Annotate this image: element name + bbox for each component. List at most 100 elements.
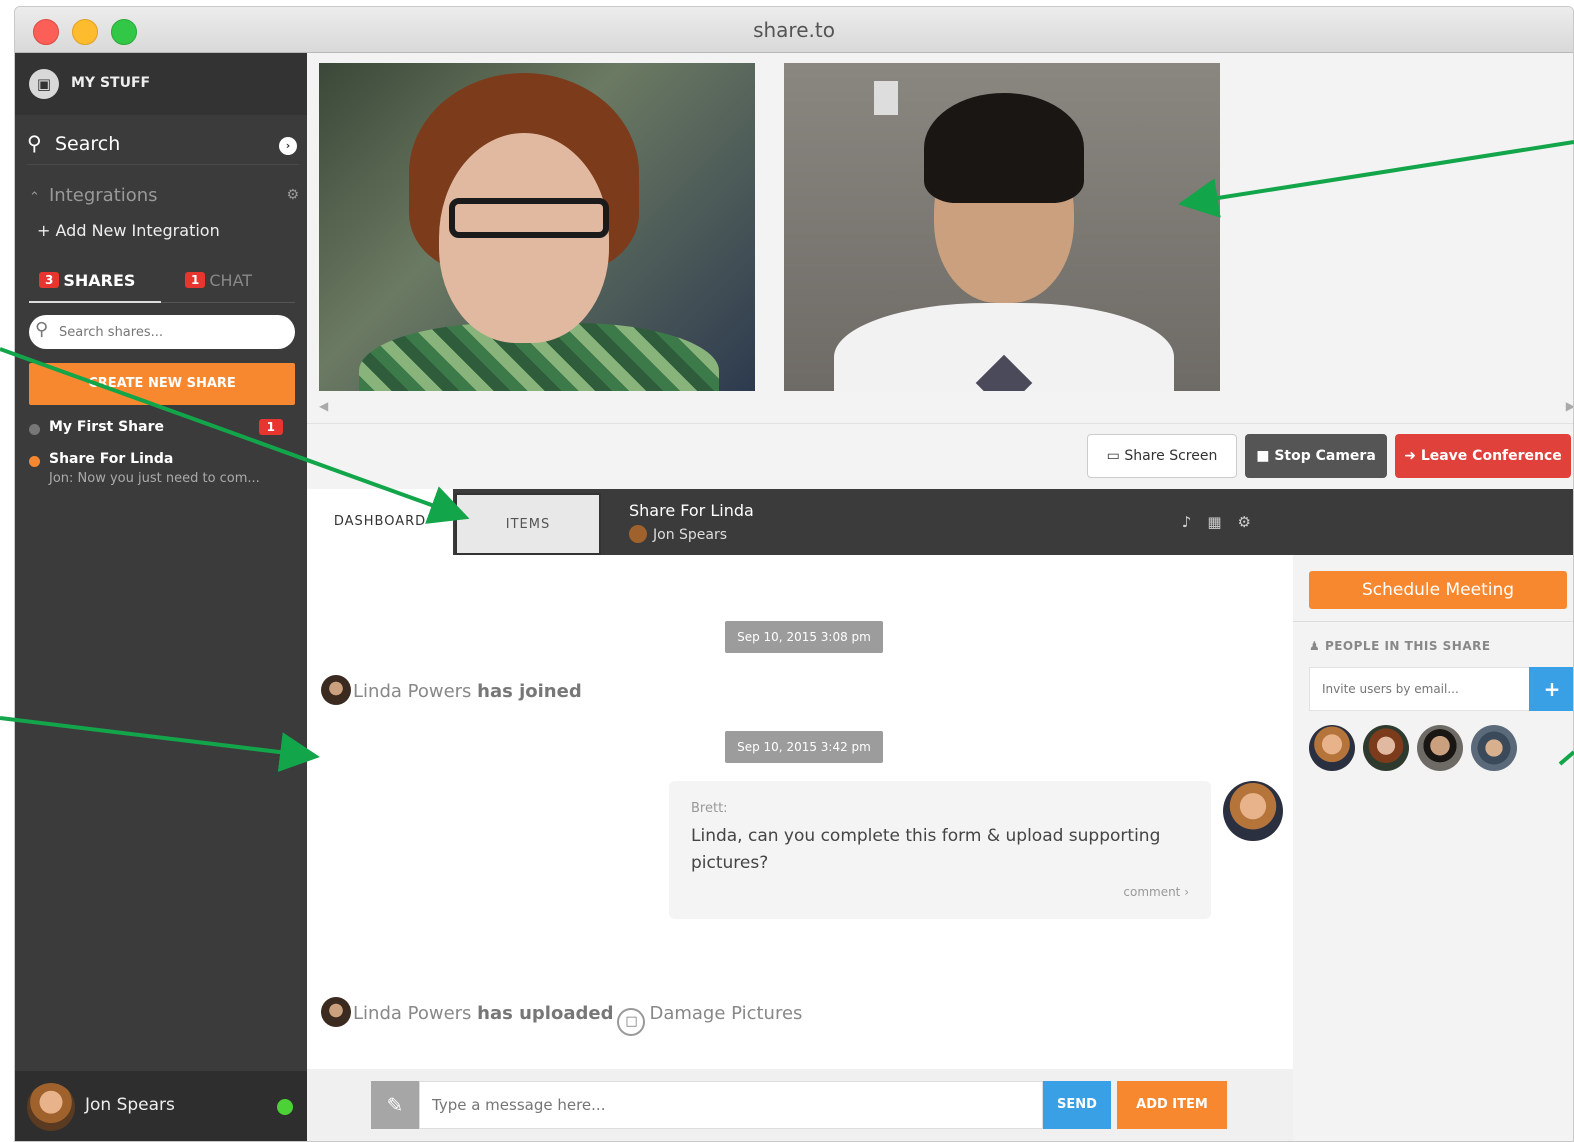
shares-count-badge: 3 (39, 272, 60, 288)
avatar (321, 675, 351, 705)
activity-user[interactable]: Linda Powers (353, 1003, 471, 1024)
activity-uploaded: Linda Powers has uploaded □ Damage Picture… (321, 997, 802, 1036)
people-heading: ♟ PEOPLE IN THIS SHARE (1309, 639, 1491, 653)
stop-camera-label: Stop Camera (1274, 448, 1376, 464)
activity-joined: Linda Powers has joined (321, 675, 582, 705)
share-status-dot (29, 424, 40, 435)
my-stuff-header[interactable]: ▣ MY STUFF (15, 53, 307, 115)
video-feed-linda[interactable] (319, 63, 755, 391)
divider (1293, 621, 1573, 622)
video-strip: ◀ ▶ (307, 53, 1573, 423)
trash-icon[interactable]: ▦ (1207, 513, 1237, 531)
video-scrollbar[interactable]: ◀ ▶ (319, 399, 1573, 413)
folder-icon: □ (617, 1008, 646, 1036)
chat-count-badge: 1 (185, 272, 206, 288)
share-title: Share For Linda (629, 501, 754, 520)
bell-icon[interactable]: ♪ (1182, 513, 1208, 531)
share-unread-badge: 1 (258, 419, 283, 435)
user-icon: ♟ (1309, 639, 1325, 653)
invite-add-button[interactable]: + (1529, 667, 1573, 711)
share-last-message: Jon: Now you just need to com... (49, 471, 260, 486)
integrations-label: Integrations (49, 185, 158, 206)
sidebar-tabs: 3 SHARES 1 CHAT (29, 263, 295, 303)
box-icon: ▣ (29, 69, 59, 99)
schedule-meeting-button[interactable]: Schedule Meeting (1309, 571, 1567, 609)
sidebar-search[interactable]: ⚲ Search › (27, 125, 299, 165)
uploaded-item-link[interactable]: Damage Pictures (649, 1003, 802, 1024)
timestamp: Sep 10, 2015 3:08 pm (725, 621, 883, 653)
activity-action: has joined (477, 681, 582, 702)
paperclip-icon[interactable]: ✎ (371, 1081, 419, 1129)
tab-shares[interactable]: 3 SHARES (29, 263, 161, 303)
message-composer: ✎ SEND ADD ITEM (307, 1069, 1293, 1141)
search-shares-box: ⚲ (29, 315, 295, 349)
exit-icon: ➜ (1404, 448, 1416, 464)
avatar[interactable] (1363, 725, 1409, 771)
my-stuff-label: MY STUFF (71, 75, 151, 91)
send-button[interactable]: SEND (1043, 1081, 1111, 1129)
share-screen-label: Share Screen (1124, 448, 1218, 464)
gear-icon[interactable]: ⚙ (286, 187, 299, 203)
scroll-right-icon[interactable]: ▶ (1566, 399, 1573, 413)
plus-icon: + (37, 221, 56, 240)
add-integration-link[interactable]: + Add New Integration (37, 221, 220, 240)
sidebar: ▣ MY STUFF ⚲ Search › ⌃ Integrations ⚙ +… (15, 53, 307, 1141)
camera-icon: ■ (1256, 448, 1270, 464)
conference-toolbar: ▭ Share Screen ■ Stop Camera ➜ Leave Con… (307, 423, 1573, 489)
add-item-button[interactable]: ADD ITEM (1117, 1081, 1227, 1129)
message-text: Linda, can you complete this form & uplo… (691, 826, 1161, 873)
current-user-name: Jon Spears (85, 1095, 175, 1115)
create-new-share-button[interactable]: CREATE NEW SHARE (29, 363, 295, 405)
share-actions: ♪▦⚙ (1182, 513, 1267, 531)
search-label: Search (55, 133, 121, 155)
activity-feed: Sep 10, 2015 3:08 pm Linda Powers has jo… (307, 555, 1293, 1069)
leave-conference-label: Leave Conference (1420, 448, 1562, 464)
app-window: share.to ▣ MY STUFF ⚲ Search › ⌃ Integra… (14, 6, 1574, 1142)
tab-shares-label: SHARES (63, 271, 136, 290)
activity-action: has uploaded (477, 1003, 614, 1024)
search-icon: ⚲ (35, 319, 49, 340)
tab-items[interactable]: ITEMS (455, 493, 601, 555)
avatar (27, 1083, 75, 1131)
invite-email-input[interactable] (1309, 667, 1531, 711)
share-owner: Jon Spears (629, 525, 727, 543)
share-name: My First Share (49, 419, 164, 435)
share-screen-button[interactable]: ▭ Share Screen (1087, 434, 1237, 478)
gear-icon[interactable]: ⚙ (1238, 513, 1267, 531)
share-item-share-for-linda[interactable]: Share For Linda Jon: Now you just need t… (29, 451, 299, 493)
search-shares-input[interactable] (59, 321, 279, 343)
comment-link[interactable]: comment › (1123, 885, 1189, 899)
avatar (1223, 781, 1283, 841)
title-bar: share.to (15, 7, 1573, 53)
chat-message: Brett: Linda, can you complete this form… (669, 781, 1211, 919)
message-input[interactable] (419, 1081, 1043, 1129)
video-feed-brett[interactable] (784, 63, 1220, 391)
avatar[interactable] (1417, 725, 1463, 771)
chevron-up-icon: ⌃ (29, 190, 40, 205)
share-owner-name: Jon Spears (653, 527, 728, 543)
stop-camera-button[interactable]: ■ Stop Camera (1245, 434, 1387, 478)
integrations-header[interactable]: ⌃ Integrations ⚙ (29, 185, 299, 209)
activity-user[interactable]: Linda Powers (353, 681, 471, 702)
avatar (321, 997, 351, 1027)
current-user-bar[interactable]: Jon Spears (15, 1071, 307, 1141)
people-heading-label: PEOPLE IN THIS SHARE (1324, 639, 1491, 653)
scroll-left-icon[interactable]: ◀ (319, 399, 328, 413)
timestamp: Sep 10, 2015 3:42 pm (725, 731, 883, 763)
share-item-my-first-share[interactable]: My First Share 1 (29, 419, 299, 445)
online-status-dot (277, 1099, 293, 1115)
add-integration-label: Add New Integration (55, 221, 220, 240)
avatar[interactable] (1471, 725, 1517, 771)
chevron-right-icon[interactable]: › (279, 137, 297, 155)
monitor-icon: ▭ (1106, 448, 1120, 464)
avatar[interactable] (1309, 725, 1355, 771)
tab-chat-label: CHAT (209, 271, 253, 290)
share-header-right (1293, 489, 1573, 555)
avatar (629, 525, 647, 543)
message-author: Brett: (691, 801, 728, 816)
share-status-dot (29, 456, 40, 467)
tab-chat[interactable]: 1 CHAT (175, 263, 295, 303)
search-icon: ⚲ (27, 131, 42, 155)
leave-conference-button[interactable]: ➜ Leave Conference (1395, 434, 1571, 478)
tab-dashboard[interactable]: DASHBOARD (307, 489, 453, 555)
